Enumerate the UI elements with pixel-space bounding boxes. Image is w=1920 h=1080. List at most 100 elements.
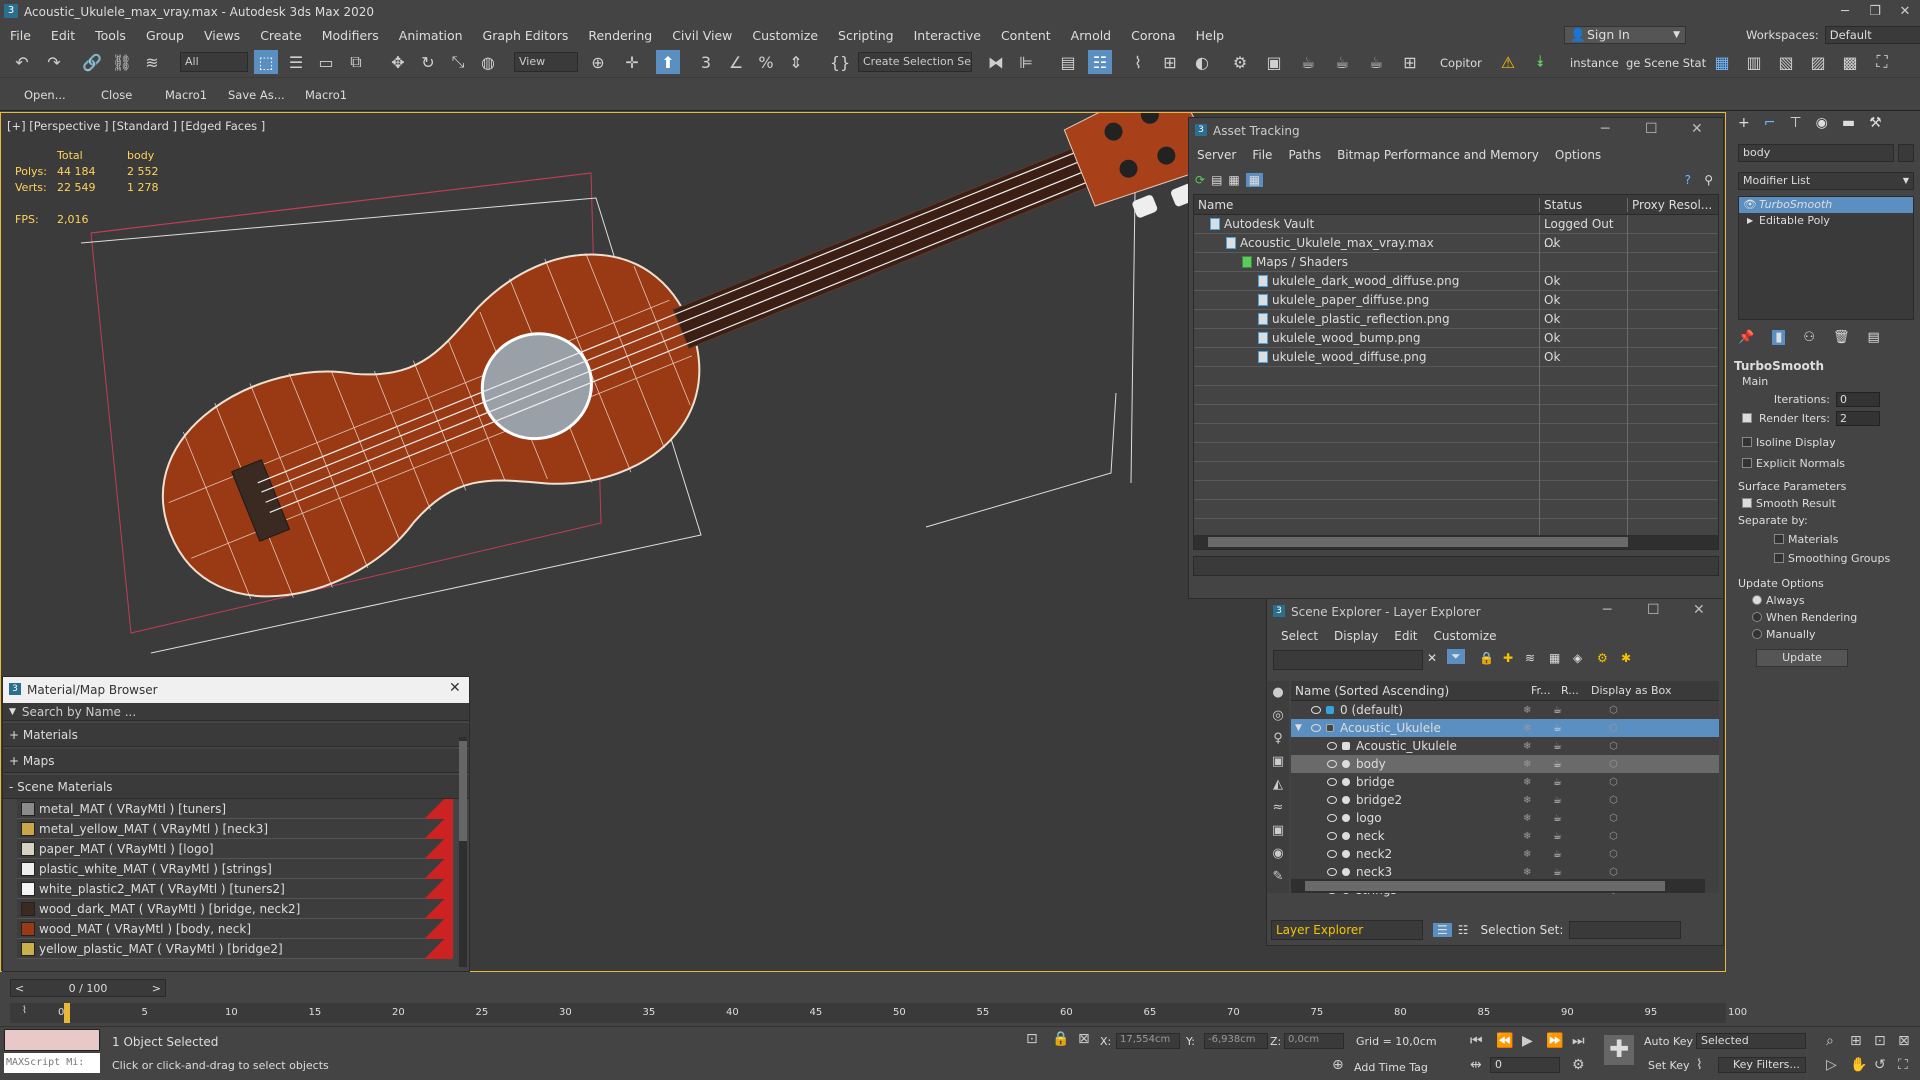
layer-row[interactable]: 0 (default) ❄ ☕ ⬡ <box>1291 701 1719 719</box>
asset-hscrollbar[interactable] <box>1194 535 1718 549</box>
hierarchy-toggle-icon[interactable]: ☷ <box>1458 923 1469 937</box>
lock-icon[interactable]: 🔒 <box>1479 651 1494 665</box>
table-row[interactable]: ukulele_wood_diffuse.png Ok <box>1194 347 1718 367</box>
display-box-icon[interactable]: ⬡ <box>1609 705 1618 716</box>
freeze-icon[interactable]: ❄ <box>1523 831 1531 842</box>
macro-save-as-button[interactable]: Save As... <box>228 88 285 102</box>
freeze-icon[interactable]: ❄ <box>1523 777 1531 788</box>
col-display-as-box[interactable]: Display as Box <box>1591 684 1671 697</box>
layer-row[interactable]: Acoustic_Ukulele ❄ ☕ ⬡ <box>1291 737 1719 755</box>
chevron-down-icon[interactable]: ▼ <box>9 707 16 717</box>
material-item[interactable]: metal_MAT ( VRayMtl ) [tuners] <box>17 799 453 819</box>
menu-edit[interactable]: Edit <box>41 28 85 43</box>
asset-path-field[interactable] <box>1193 556 1719 576</box>
display-filter-icons[interactable]: ● ◎ ♀ ▣ ◭ ≈ ▣ ◉ ✎ <box>1267 681 1289 888</box>
goto-start-icon[interactable]: ⏮ <box>1470 1033 1483 1049</box>
key-mode-icon[interactable]: ⇹ <box>1470 1057 1482 1073</box>
when-rendering-radio[interactable] <box>1752 612 1762 622</box>
table-row[interactable]: Maps / Shaders <box>1194 252 1718 272</box>
asset-tracking-titlebar[interactable]: 3 Asset Tracking ─ ☐ ✕ <box>1189 118 1723 144</box>
edit-named-sel-icon[interactable]: {} <box>828 50 852 74</box>
layer-row[interactable]: body ❄ ☕ ⬡ <box>1291 755 1719 773</box>
renderable-icon[interactable]: ☕ <box>1553 741 1562 752</box>
maximize-icon[interactable]: ☐ <box>1645 121 1658 137</box>
macro1b-button[interactable]: Macro1 <box>305 88 347 102</box>
redo-icon[interactable]: ↷ <box>42 50 66 74</box>
key-tangent-icon[interactable]: ⌇ <box>1696 1057 1703 1073</box>
stack-item-turbosmooth[interactable]: 👁 TurboSmooth <box>1739 197 1913 213</box>
layer-row[interactable]: ▼ Acoustic_Ukulele ❄ ☕ ⬡ <box>1291 719 1719 737</box>
material-search[interactable]: ▼ Search by Name ... <box>3 703 469 721</box>
visibility-eye-icon[interactable] <box>1327 832 1337 840</box>
eye-icon[interactable]: 👁 <box>1743 197 1757 213</box>
isolate-icon[interactable]: ⊡ <box>1026 1031 1038 1047</box>
play-icon[interactable]: ▶ <box>1522 1033 1533 1049</box>
menu-customize[interactable]: Customize <box>742 28 828 43</box>
render-icon[interactable]: ☕ <box>1296 50 1320 74</box>
place-icon[interactable]: ◍ <box>476 50 500 74</box>
pan-icon[interactable]: ✋ <box>1850 1057 1867 1073</box>
table-row[interactable]: ukulele_plastic_reflection.png Ok <box>1194 309 1718 329</box>
freeze-icon[interactable]: ❄ <box>1523 849 1531 860</box>
motion-tab-icon[interactable]: ◉ <box>1816 115 1828 131</box>
freeze-icon[interactable]: ❄ <box>1523 795 1531 806</box>
autokey-selection-dropdown[interactable]: Selected <box>1696 1033 1806 1049</box>
help-icon[interactable]: ? <box>1685 173 1691 187</box>
grid-view-icon[interactable]: ▦ <box>1245 173 1264 187</box>
at-menu-file[interactable]: File <box>1244 148 1280 162</box>
renderable-icon[interactable]: ☕ <box>1553 759 1562 770</box>
link-icon[interactable]: 🔗 <box>80 50 104 74</box>
layers-icon[interactable]: ◈ <box>1573 651 1582 665</box>
time-slider[interactable]: < 0 / 100 > <box>10 979 166 997</box>
at-menu-server[interactable]: Server <box>1189 148 1244 162</box>
zoom-icon[interactable]: ⌕ <box>1826 1033 1834 1049</box>
modify-tab-icon[interactable]: ⌐ <box>1764 115 1776 131</box>
render-iters-checkbox[interactable] <box>1742 413 1752 423</box>
collapse-icon[interactable]: ▼ <box>1295 723 1302 733</box>
new-layer-icon[interactable]: ✚ <box>1503 651 1513 665</box>
maxscript-listener[interactable] <box>4 1029 100 1051</box>
filter-icon[interactable]: ⏷ <box>1447 649 1465 664</box>
minimize-icon[interactable]: ─ <box>1603 602 1611 618</box>
key-filters-button[interactable]: Key Filters... <box>1718 1057 1806 1073</box>
layers-toggle-icon[interactable]: ☰ <box>1433 923 1452 937</box>
close-icon[interactable]: ✕ <box>449 680 461 696</box>
at-menu-paths[interactable]: Paths <box>1280 148 1329 162</box>
hierarchy-icon[interactable]: ⚙ <box>1597 651 1608 665</box>
time-tag-icon[interactable]: ⊕ <box>1332 1057 1344 1073</box>
hierarchy-tab-icon[interactable]: ⊤ <box>1789 115 1801 131</box>
pivot-icon[interactable]: ⊕ <box>586 50 610 74</box>
expand-icon[interactable]: ▶ <box>1747 213 1753 229</box>
selection-filter-dropdown[interactable]: All <box>180 52 248 72</box>
time-marker[interactable] <box>64 1003 70 1023</box>
set-key-big-button[interactable]: ✚ <box>1604 1035 1634 1065</box>
curve-editor-icon[interactable]: ⌇ <box>1126 50 1150 74</box>
track-bar[interactable]: ⌇ 0 5 10 15 20 25 30 35 40 45 50 55 60 65 70 75 80 85 90 95… <box>10 1003 1747 1023</box>
add-to-layer-icon[interactable]: ≋ <box>1525 651 1535 665</box>
layer-props-icon[interactable]: ✱ <box>1621 651 1631 665</box>
warning-icon[interactable]: ⚠ <box>1496 50 1520 74</box>
layer-row[interactable]: neck2 ❄ ☕ ⬡ <box>1291 845 1719 863</box>
se-menu-select[interactable]: Select <box>1273 629 1326 643</box>
lock-selection-icon[interactable]: 🔒 <box>1052 1031 1069 1047</box>
create-tab-icon[interactable]: + <box>1738 115 1750 131</box>
explorer-type-dropdown[interactable]: Layer Explorer <box>1271 920 1423 940</box>
workspace-select[interactable]: Workspaces: Default <box>1746 26 1920 44</box>
material-item[interactable]: wood_dark_MAT ( VRayMtl ) [bridge, neck2… <box>17 899 453 919</box>
when-rendering-row[interactable]: When Rendering <box>1752 611 1920 624</box>
current-frame-field[interactable]: 0 <box>1490 1057 1560 1073</box>
smooth-result-row[interactable]: Smooth Result <box>1742 497 1920 510</box>
x-coord-field[interactable]: 17,554cm <box>1116 1033 1180 1049</box>
material-item[interactable]: white_plastic2_MAT ( VRayMtl ) [tuners2] <box>17 879 453 899</box>
next-key-icon[interactable]: ⏩ <box>1546 1033 1563 1049</box>
visibility-eye-icon[interactable] <box>1327 778 1337 786</box>
material-item[interactable]: wood_MAT ( VRayMtl ) [body, neck] <box>17 919 453 939</box>
col-proxy[interactable]: Proxy Resol... <box>1628 198 1712 212</box>
visibility-eye-icon[interactable] <box>1327 850 1337 858</box>
freeze-icon[interactable]: ❄ <box>1523 759 1531 770</box>
sep-smoothing-checkbox[interactable] <box>1774 553 1784 563</box>
visibility-eye-icon[interactable] <box>1327 868 1337 876</box>
grid-tool-icon[interactable]: ⊞ <box>1398 50 1422 74</box>
renderable-icon[interactable]: ☕ <box>1553 831 1562 842</box>
maximize-view-icon[interactable]: ⛶ <box>1870 50 1894 74</box>
